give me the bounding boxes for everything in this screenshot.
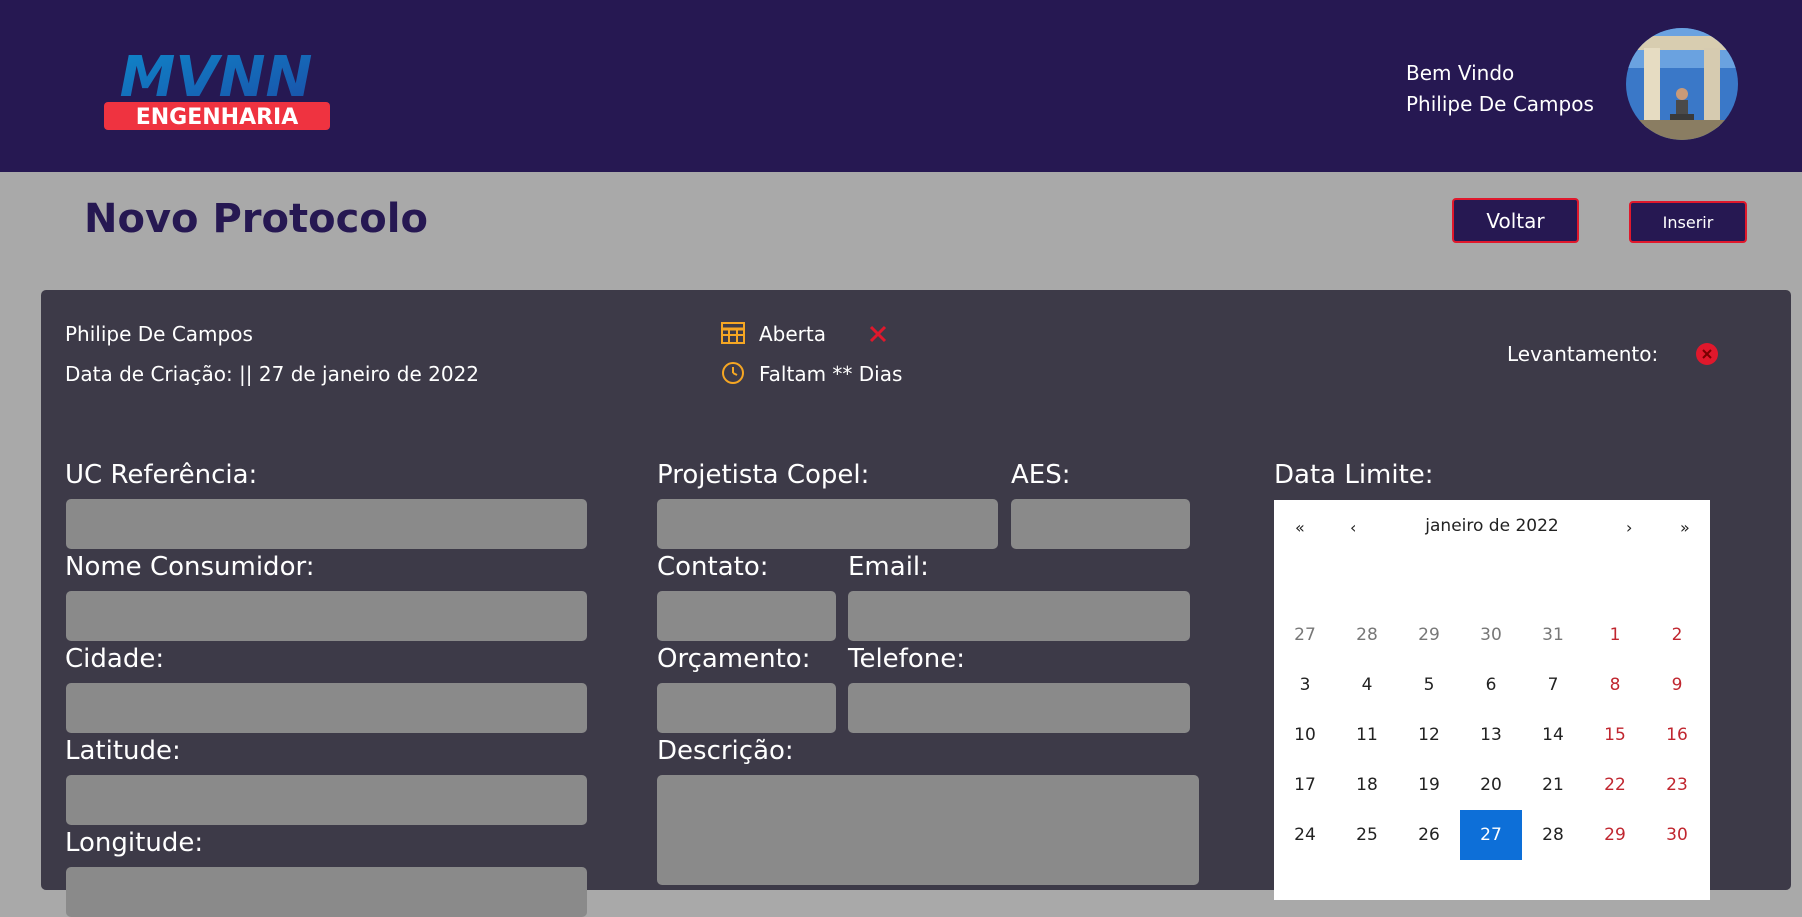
remaining-days: Faltam ** Dias [759,362,903,386]
city-label: Cidade: [65,644,165,674]
clock-icon [721,361,745,389]
contact-label: Contato: [657,552,769,582]
calendar-day[interactable]: 18 [1336,760,1398,810]
calendar-day[interactable]: 6 [1460,660,1522,710]
uc-input[interactable] [66,499,587,549]
user-name: Philipe De Campos [1406,92,1594,116]
calendar-day[interactable]: 13 [1460,710,1522,760]
calendar-day[interactable]: 28 [1522,810,1584,860]
calendar-day[interactable]: 31 [1522,610,1584,660]
calendar-day[interactable]: 29 [1398,610,1460,660]
welcome-text: Bem Vindo [1406,61,1515,85]
calendar-day[interactable]: 20 [1460,760,1522,810]
status-text: Aberta [759,322,827,346]
phone-input[interactable] [848,683,1190,733]
longitude-input[interactable] [66,867,587,917]
calendar-month-label[interactable]: janeiro de 2022 [1274,516,1710,536]
calendar-day[interactable]: 27 [1274,610,1336,660]
close-icon[interactable] [868,324,888,348]
calendar-day[interactable]: 10 [1274,710,1336,760]
consumer-input[interactable] [66,591,587,641]
avatar[interactable] [1626,28,1738,140]
calendar-day[interactable]: 5 [1398,660,1460,710]
survey-status-icon[interactable] [1695,342,1719,370]
description-textarea[interactable] [657,775,1199,885]
calendar-day[interactable]: 1 [1584,610,1646,660]
calendar-day[interactable]: 25 [1336,810,1398,860]
longitude-label: Longitude: [65,828,204,858]
calendar-day[interactable]: 8 [1584,660,1646,710]
date-calendar: « ‹ janeiro de 2022 › » 27 28 29 30 31 1 2 3 4 5 6… [1274,500,1710,900]
calendar-day[interactable]: 17 [1274,760,1336,810]
page-title: Novo Protocolo [84,196,428,242]
designer-label: Projetista Copel: [657,460,870,490]
calendar-day[interactable]: 7 [1522,660,1584,710]
top-bar: MVNN ENGENHARIA Bem Vindo Philipe De Cam… [0,0,1802,172]
table-icon [721,322,745,348]
next-month-button[interactable]: › [1626,518,1632,537]
svg-text:ENGENHARIA: ENGENHARIA [136,105,299,130]
description-label: Descrição: [657,736,794,766]
calendar-day[interactable]: 30 [1646,810,1708,860]
aes-input[interactable] [1011,499,1190,549]
svg-text:MVNN: MVNN [120,45,313,110]
calendar-day[interactable]: 21 [1522,760,1584,810]
latitude-label: Latitude: [65,736,181,766]
contact-input[interactable] [657,591,836,641]
consumer-label: Nome Consumidor: [65,552,315,582]
calendar-day[interactable]: 30 [1460,610,1522,660]
uc-label: UC Referência: [65,460,258,490]
calendar-day[interactable]: 3 [1274,660,1336,710]
welcome-block: Bem Vindo Philipe De Campos [1406,58,1594,120]
designer-input[interactable] [657,499,998,549]
email-input[interactable] [848,591,1190,641]
budget-input[interactable] [657,683,836,733]
calendar-day[interactable]: 9 [1646,660,1708,710]
calendar-day[interactable]: 11 [1336,710,1398,760]
calendar-day[interactable]: 28 [1336,610,1398,660]
calendar-day[interactable]: 14 [1522,710,1584,760]
calendar-day[interactable]: 15 [1584,710,1646,760]
author-name: Philipe De Campos [65,322,253,346]
phone-label: Telefone: [848,644,965,674]
calendar-day[interactable]: 12 [1398,710,1460,760]
budget-label: Orçamento: [657,644,811,674]
next-year-button[interactable]: » [1680,518,1690,537]
calendar-day[interactable]: 29 [1584,810,1646,860]
deadline-label: Data Limite: [1274,460,1434,490]
email-label: Email: [848,552,929,582]
calendar-day[interactable]: 24 [1274,810,1336,860]
insert-button[interactable]: Inserir [1629,201,1747,243]
calendar-day[interactable]: 26 [1398,810,1460,860]
survey-label: Levantamento: [1507,342,1659,366]
creation-date: Data de Criação: || 27 de janeiro de 202… [65,362,480,386]
calendar-day[interactable]: 19 [1398,760,1460,810]
calendar-day[interactable]: 22 [1584,760,1646,810]
company-logo[interactable]: MVNN ENGENHARIA [96,44,336,134]
city-input[interactable] [66,683,587,733]
calendar-day[interactable]: 4 [1336,660,1398,710]
calendar-day[interactable]: 27 [1460,810,1522,860]
calendar-day[interactable]: 23 [1646,760,1708,810]
calendar-day[interactable]: 16 [1646,710,1708,760]
back-button[interactable]: Voltar [1452,198,1579,243]
aes-label: AES: [1011,460,1071,490]
calendar-day[interactable]: 2 [1646,610,1708,660]
latitude-input[interactable] [66,775,587,825]
